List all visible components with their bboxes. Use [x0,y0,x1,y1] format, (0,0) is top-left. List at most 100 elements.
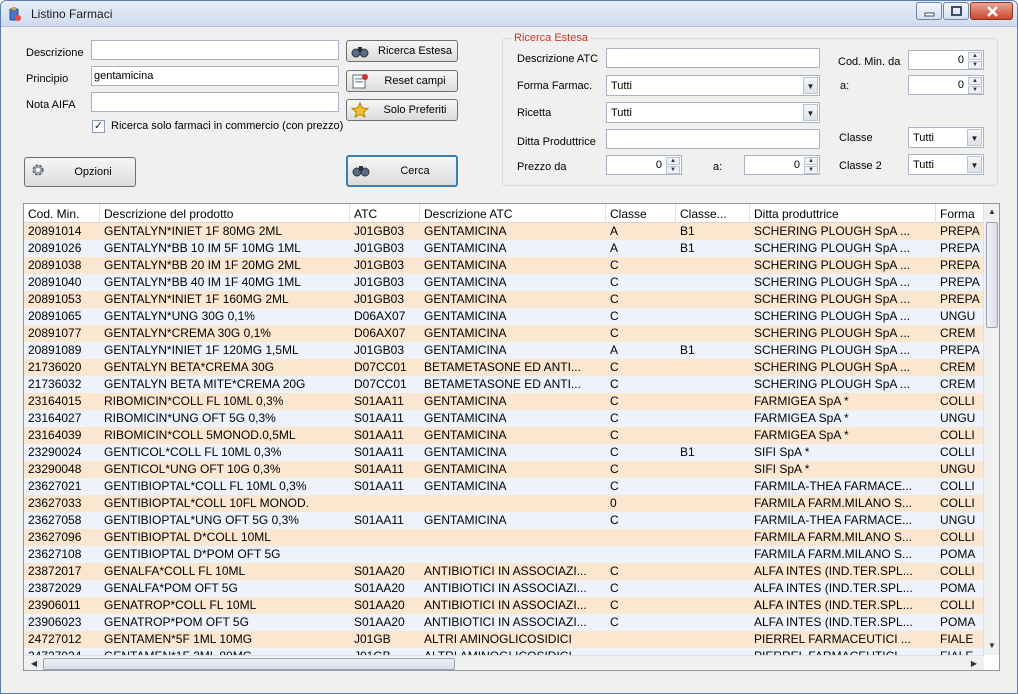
scroll-right-icon[interactable]: ▶ [966,659,982,668]
table-row[interactable]: 23164027 RIBOMICIN*UNG OFT 5G 0,3% S01AA11… [24,410,984,427]
vertical-scrollbar[interactable]: ▲ ▼ [983,204,999,655]
table-cell: SCHERING PLOUGH SpA ... [754,343,911,357]
principio-input[interactable] [91,66,339,86]
column-header[interactable]: Ditta produttrice [750,204,936,223]
table-row[interactable]: 20891077 GENTALYN*CREMA 30G 0,1% D06AX07 GE… [24,325,984,342]
classe2-select[interactable]: Tutti ▼ [908,154,984,175]
column-header[interactable]: Classe... [676,204,750,223]
spin-down-icon[interactable]: ▼ [968,86,982,94]
codmin-da-spinner[interactable]: 0 ▲ ▼ [908,50,984,70]
table-cell: ANTIBIOTICI IN ASSOCIAZI... [424,581,587,595]
table-row[interactable]: 23627096 GENTIBIOPTAL D*COLL 10ML FARMILA … [24,529,984,546]
spin-up-icon[interactable]: ▲ [968,52,982,60]
table-row[interactable]: 20891089 GENTALYN*INIET 1F 120MG 1,5ML J01… [24,342,984,359]
table-row[interactable]: 23872029 GENALFA*POM OFT 5G S01AA20 ANTIBIO… [24,580,984,597]
chevron-down-icon[interactable]: ▼ [967,156,982,173]
descrizione-atc-input[interactable] [606,48,820,68]
spin-down-icon[interactable]: ▼ [804,166,818,174]
vertical-scroll-thumb[interactable] [986,222,998,328]
spin-down-icon[interactable]: ▼ [666,166,680,174]
horizontal-scroll-thumb[interactable] [43,658,455,670]
scroll-down-icon[interactable]: ▼ [984,641,999,650]
table-row[interactable]: 20891040 GENTALYN*BB 40 IM 1F 40MG 1ML J01… [24,274,984,291]
table-cell: S01AA11 [354,411,404,425]
spin-down-icon[interactable]: ▼ [968,61,982,69]
table-row[interactable]: 23164039 RIBOMICIN*COLL 5MONOD.0,5ML S01AA… [24,427,984,444]
table-cell: A [610,343,619,357]
table-row[interactable]: 20891014 GENTALYN*INIET 1F 80MG 2ML J01GB0… [24,223,984,240]
table-row[interactable]: 21736020 GENTALYN BETA*CREMA 30G D07CC01 BE… [24,359,984,376]
horizontal-scrollbar[interactable]: ◀ ▶ [24,655,984,670]
commercio-checkbox[interactable]: ✓ [92,120,105,133]
ditta-produttrice-input[interactable] [606,129,820,149]
table-row[interactable]: 20891053 GENTALYN*INIET 1F 160MG 2ML J01GB… [24,291,984,308]
table-row[interactable]: 23627058 GENTIBIOPTAL*UNG OFT 5G 0,3% S01A… [24,512,984,529]
codmin-a-spinner[interactable]: 0 ▲ ▼ [908,75,984,95]
column-header[interactable]: Classe [606,204,676,223]
chevron-down-icon[interactable]: ▼ [803,104,818,121]
table-row[interactable]: 20891038 GENTALYN*BB 20 IM 1F 20MG 2ML J01… [24,257,984,274]
column-header[interactable]: Descrizione ATC [420,204,606,223]
prezzo-a-spinner[interactable]: 0 ▲ ▼ [744,155,820,175]
table-cell: C [610,598,619,612]
table-row[interactable]: 23290048 GENTICOL*UNG OFT 10G 0,3% S01AA11… [24,461,984,478]
table-row[interactable]: 21736032 GENTALYN BETA MITE*CREMA 20G D07C… [24,376,984,393]
cerca-button[interactable]: Cerca [346,155,458,187]
maximize-button[interactable] [943,2,969,20]
spin-up-icon[interactable]: ▲ [968,77,982,85]
table-row[interactable]: 23627108 GENTIBIOPTAL D*POM OFT 5G FARMILA… [24,546,984,563]
table-row[interactable]: 23906011 GENATROP*COLL FL 10ML S01AA20 ANTI… [24,597,984,614]
minimize-button[interactable] [916,2,942,20]
prezzo-da-spinner[interactable]: 0 ▲ ▼ [606,155,682,175]
chevron-down-icon[interactable]: ▼ [967,129,982,146]
codmin-a-value: 0 [957,79,964,91]
table-cell: GENTAMICINA [424,292,507,306]
table-row[interactable]: 24727024GENTAMEN*1F 2ML 80MGJ01GBALTRI A… [24,648,984,655]
table-cell: GENTALYN*BB 10 IM 5F 10MG 1ML [104,241,301,255]
table-cell: C [610,462,619,476]
opzioni-button[interactable]: Opzioni [24,157,136,187]
table-cell: GENTAMICINA [424,513,507,527]
column-header[interactable]: ATC [350,204,420,223]
table-cell: 23290048 [28,462,82,476]
table-row[interactable]: 23906023 GENATROP*POM OFT 5G S01AA20 ANTIBI… [24,614,984,631]
table-cell: FARMIGEA SpA * [754,411,849,425]
table-cell: B1 [680,445,695,459]
table-cell: 0 [610,496,617,510]
opzioni-label: Opzioni [74,166,112,178]
column-header[interactable]: Cod. Min. [24,204,100,223]
forma-farmac-select[interactable]: Tutti ▼ [606,75,820,96]
table-row[interactable]: 23290024 GENTICOL*COLL FL 10ML 0,3% S01AA1… [24,444,984,461]
reset-campi-button[interactable]: Reset campi [346,70,458,92]
ricerca-estesa-button[interactable]: Ricerca Estesa [346,40,458,62]
descrizione-input[interactable] [91,40,339,60]
column-header[interactable]: Descrizione del prodotto [100,204,350,223]
scroll-up-icon[interactable]: ▲ [984,207,999,216]
ricetta-select[interactable]: Tutti ▼ [606,102,820,123]
table-row[interactable]: 23872017 GENALFA*COLL FL 10ML S01AA20 ANTIB… [24,563,984,580]
table-row[interactable]: 23627033 GENTIBIOPTAL*COLL 10FL MONOD. 0 FA… [24,495,984,512]
table-row[interactable]: 20891065 GENTALYN*UNG 30G 0,1% D06AX07 GENT… [24,308,984,325]
table-cell: SIFI SpA * [754,445,810,459]
table-cell: C [610,615,619,629]
table-cell: C [610,258,619,272]
table-cell: ANTIBIOTICI IN ASSOCIAZI... [424,615,587,629]
close-button[interactable] [970,2,1013,20]
spin-up-icon[interactable]: ▲ [666,157,680,165]
table-cell: C [610,581,619,595]
classe-select[interactable]: Tutti ▼ [908,127,984,148]
solo-preferiti-button[interactable]: Solo Preferiti [346,99,458,121]
table-row[interactable]: 23164015 RIBOMICIN*COLL FL 10ML 0,3% S01AA… [24,393,984,410]
table-row[interactable]: 20891026 GENTALYN*BB 10 IM 5F 10MG 1ML J01… [24,240,984,257]
table-cell: COLLI [940,598,975,612]
table-cell: GENTICOL*UNG OFT 10G 0,3% [104,462,281,476]
spin-up-icon[interactable]: ▲ [804,157,818,165]
table-row[interactable]: 23627021 GENTIBIOPTAL*COLL FL 10ML 0,3% S0… [24,478,984,495]
close-icon [987,6,998,17]
classe-label: Classe [839,132,873,144]
chevron-down-icon[interactable]: ▼ [803,77,818,94]
nota-aifa-input[interactable] [91,92,339,112]
binoculars-icon [351,47,369,58]
table-row[interactable]: 24727012 GENTAMEN*5F 1ML 10MG J01GB ALTRI A… [24,631,984,648]
scroll-left-icon[interactable]: ◀ [26,659,42,668]
